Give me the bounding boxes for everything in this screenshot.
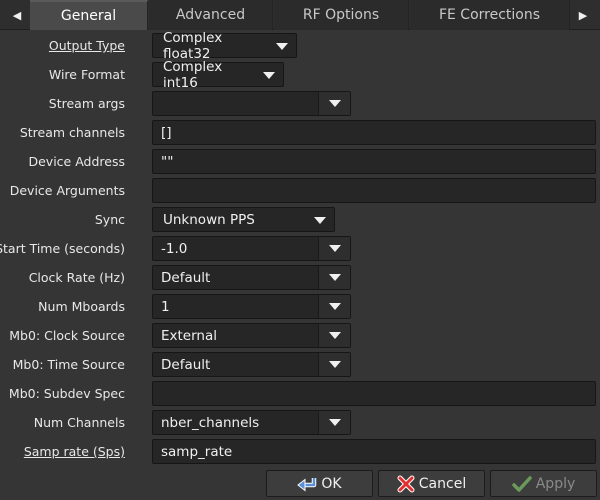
row-wire-format: Wire Format Complex int16 (0, 59, 600, 91)
mb0-time-source-dropdown-button[interactable] (318, 353, 350, 376)
output-type-select[interactable]: Complex float32 (152, 30, 297, 62)
tab-rf-options-label: RF Options (302, 7, 380, 23)
mb0-clock-source-label: Mb0: Clock Source (9, 328, 125, 343)
start-time-dropdown-button[interactable] (318, 237, 350, 260)
tab-scroll-right-icon[interactable]: ▶ (572, 0, 594, 30)
mb0-clock-source-dropdown-button[interactable] (318, 324, 350, 347)
stream-channels-input[interactable]: [] (152, 120, 596, 145)
start-time-label: Start Time (seconds) (0, 241, 125, 256)
chevron-down-icon (329, 419, 341, 426)
cancel-button[interactable]: Cancel (378, 470, 485, 497)
chevron-down-icon (329, 274, 341, 281)
cancel-button-label: Cancel (418, 475, 467, 492)
tab-scroll-left-icon[interactable]: ◀ (6, 0, 28, 30)
device-address-value: "" (161, 153, 174, 170)
num-mboards-value: 1 (161, 298, 170, 315)
tab-rf-options[interactable]: RF Options (274, 0, 409, 30)
tab-bar: ◀ General Advanced RF Options FE Correct… (0, 0, 600, 30)
stream-args-label: Stream args (48, 96, 125, 111)
row-samp-rate: Samp rate (Sps) samp_rate (0, 437, 600, 466)
wire-format-value: Complex int16 (163, 58, 223, 91)
row-stream-args: Stream args (0, 89, 600, 118)
stream-args-dropdown-button[interactable] (318, 92, 350, 115)
row-num-mboards: Num Mboards 1 (0, 292, 600, 321)
row-stream-channels: Stream channels [] (0, 118, 600, 147)
apply-button[interactable]: Apply (490, 470, 597, 497)
device-address-input[interactable]: "" (152, 149, 596, 174)
mb0-clock-source-combo[interactable]: External (152, 323, 351, 348)
device-arguments-label: Device Arguments (9, 183, 125, 198)
mb0-clock-source-value: External (161, 327, 218, 344)
chevron-down-icon (314, 217, 326, 224)
row-mb0-subdev-spec: Mb0: Subdev Spec (0, 379, 600, 408)
tab-fe-corrections-label: FE Corrections (438, 7, 541, 23)
row-sync: Sync Unknown PPS (0, 205, 600, 234)
close-icon (397, 475, 415, 493)
start-time-value: -1.0 (161, 240, 188, 257)
mb0-subdev-spec-label: Mb0: Subdev Spec (8, 386, 125, 401)
mb0-time-source-combo[interactable]: Default (152, 352, 351, 377)
row-mb0-clock-source: Mb0: Clock Source External (0, 321, 600, 350)
mb0-subdev-spec-input[interactable] (152, 381, 596, 406)
mb0-time-source-value: Default (161, 356, 211, 373)
chevron-down-icon (329, 100, 341, 107)
row-device-arguments: Device Arguments (0, 176, 600, 205)
num-mboards-label: Num Mboards (38, 299, 125, 314)
chevron-down-icon (276, 43, 288, 50)
row-start-time: Start Time (seconds) -1.0 (0, 234, 600, 263)
samp-rate-label: Samp rate (Sps) (23, 444, 125, 459)
stream-channels-value: [] (161, 124, 172, 141)
sync-select[interactable]: Unknown PPS (152, 207, 335, 232)
device-arguments-input[interactable] (152, 178, 596, 203)
ok-button-label: OK (321, 475, 342, 492)
chevron-down-icon (329, 332, 341, 339)
chevron-down-icon (329, 245, 341, 252)
tab-advanced-label: Advanced (175, 7, 246, 23)
tab-fe-corrections[interactable]: FE Corrections (410, 0, 570, 30)
tab-general-label: General (60, 8, 117, 24)
row-device-address: Device Address "" (0, 147, 600, 176)
row-num-channels: Num Channels nber_channels (0, 408, 600, 437)
clock-rate-value: Default (161, 269, 211, 286)
clock-rate-label: Clock Rate (Hz) (28, 270, 125, 285)
chevron-down-icon (329, 303, 341, 310)
clock-rate-combo[interactable]: Default (152, 265, 351, 290)
num-channels-dropdown-button[interactable] (318, 411, 350, 434)
tab-general[interactable]: General (30, 0, 148, 30)
num-channels-label: Num Channels (33, 415, 125, 430)
output-type-label: Output Type (48, 38, 125, 53)
row-clock-rate: Clock Rate (Hz) Default (0, 263, 600, 292)
clock-rate-dropdown-button[interactable] (318, 266, 350, 289)
chevron-down-icon (263, 72, 275, 79)
output-type-value: Complex float32 (163, 29, 223, 62)
sync-value: Unknown PPS (163, 211, 255, 228)
tab-advanced[interactable]: Advanced (149, 0, 273, 30)
samp-rate-input[interactable]: samp_rate (152, 439, 596, 464)
num-channels-combo[interactable]: nber_channels (152, 410, 351, 435)
device-address-label: Device Address (28, 154, 125, 169)
mb0-time-source-label: Mb0: Time Source (12, 357, 125, 372)
row-mb0-time-source: Mb0: Time Source Default (0, 350, 600, 379)
return-arrow-icon (297, 476, 317, 492)
chevron-down-icon (329, 361, 341, 368)
ok-button[interactable]: OK (266, 470, 373, 497)
stream-args-combo[interactable] (152, 91, 351, 116)
wire-format-label: Wire Format (48, 67, 125, 82)
sync-label: Sync (94, 212, 125, 227)
row-output-type: Output Type Complex float32 (0, 30, 600, 62)
num-channels-value: nber_channels (161, 414, 260, 431)
apply-button-label: Apply (535, 475, 576, 492)
stream-channels-label: Stream channels (19, 125, 125, 140)
wire-format-select[interactable]: Complex int16 (152, 59, 284, 91)
samp-rate-value: samp_rate (161, 443, 233, 460)
start-time-combo[interactable]: -1.0 (152, 236, 351, 261)
num-mboards-dropdown-button[interactable] (318, 295, 350, 318)
checkmark-icon (511, 475, 532, 493)
num-mboards-combo[interactable]: 1 (152, 294, 351, 319)
